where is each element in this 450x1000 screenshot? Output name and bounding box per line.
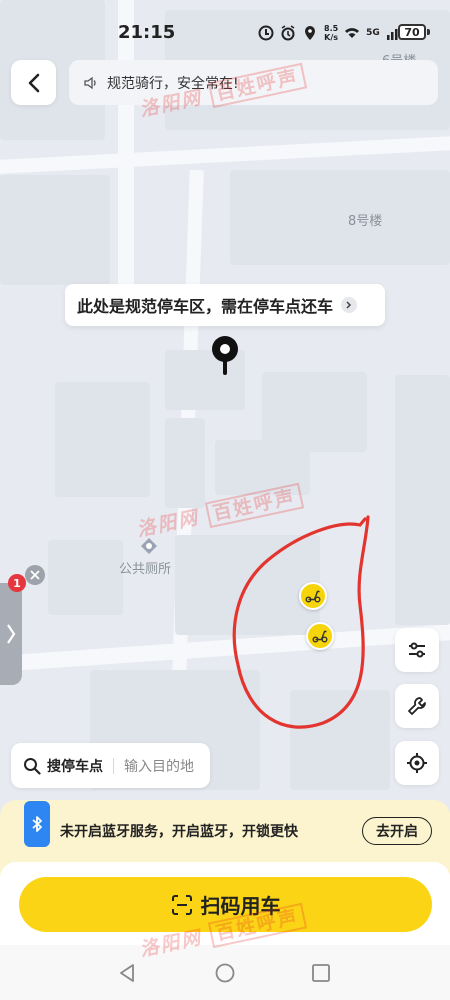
- side-drawer-handle[interactable]: [0, 583, 22, 685]
- enable-bluetooth-button[interactable]: 去开启: [362, 817, 432, 845]
- status-bar: 21:15 8.5 K/s 5G 70: [0, 0, 450, 60]
- status-time: 21:15: [118, 22, 176, 43]
- status-icons: 8.5 K/s 5G: [258, 22, 402, 44]
- map-label-building-8: 8号楼: [348, 214, 383, 229]
- locate-icon: [407, 753, 427, 773]
- red-annotation-circle: [232, 515, 370, 729]
- back-arrow-icon: [28, 73, 39, 92]
- net-speed: 8.5 K/s: [324, 24, 338, 42]
- divider: [113, 757, 114, 774]
- speaker-icon: [84, 76, 96, 89]
- net-speed-unit: K/s: [324, 33, 339, 42]
- net-speed-value: 8.5: [324, 24, 339, 33]
- nav-recents-icon[interactable]: [310, 962, 332, 984]
- scooter-icon: [312, 630, 328, 643]
- map-building: [395, 375, 450, 625]
- map-building: [55, 382, 150, 497]
- back-button[interactable]: [11, 60, 56, 105]
- scooter-icon: [305, 590, 321, 603]
- map-building: [0, 175, 110, 285]
- scan-icon: [171, 894, 192, 915]
- map-building: [165, 418, 205, 508]
- report-repair-button[interactable]: [395, 684, 439, 728]
- close-icon[interactable]: [25, 565, 45, 585]
- bluetooth-phone-icon: [24, 801, 50, 847]
- destination-input[interactable]: 输入目的地: [124, 756, 194, 776]
- location-status-icon: [305, 26, 315, 40]
- network-type: 5G: [366, 28, 380, 38]
- alarm-icon: [281, 25, 295, 41]
- wifi-icon: [345, 28, 360, 38]
- nav-back-icon[interactable]: [116, 962, 138, 984]
- wrench-icon: [408, 697, 426, 715]
- map-building: [48, 540, 123, 615]
- chevron-right-icon: [341, 297, 358, 313]
- battery-tip: [427, 29, 430, 35]
- map-road: [0, 136, 450, 174]
- nav-home-icon[interactable]: [214, 962, 236, 984]
- search-parking-bar[interactable]: 搜停车点 输入目的地: [11, 743, 210, 788]
- locate-me-button[interactable]: [395, 741, 439, 785]
- notification-badge: 1: [8, 574, 26, 592]
- chevron-right-icon: [7, 624, 16, 644]
- battery-indicator: 70: [398, 24, 426, 40]
- parking-tip-text: 此处是规范停车区，需在停车点还车: [77, 297, 334, 316]
- parking-tip-bubble[interactable]: 此处是规范停车区，需在停车点还车: [65, 284, 385, 326]
- map-building: [230, 170, 450, 265]
- map-label-toilet[interactable]: 公共厕所: [119, 558, 171, 577]
- search-icon: [24, 757, 41, 775]
- filter-icon: [409, 642, 425, 658]
- filter-button[interactable]: [395, 628, 439, 672]
- scooter-marker[interactable]: [306, 622, 334, 650]
- search-parking-label[interactable]: 搜停车点: [47, 756, 103, 776]
- bluetooth-icon: [32, 816, 42, 832]
- scooter-marker[interactable]: [299, 582, 327, 610]
- location-pin-icon: [212, 336, 238, 375]
- data-saver-icon: [258, 25, 274, 41]
- bluetooth-banner-text: 未开启蓝牙服务，开启蓝牙，开锁更快: [60, 824, 298, 840]
